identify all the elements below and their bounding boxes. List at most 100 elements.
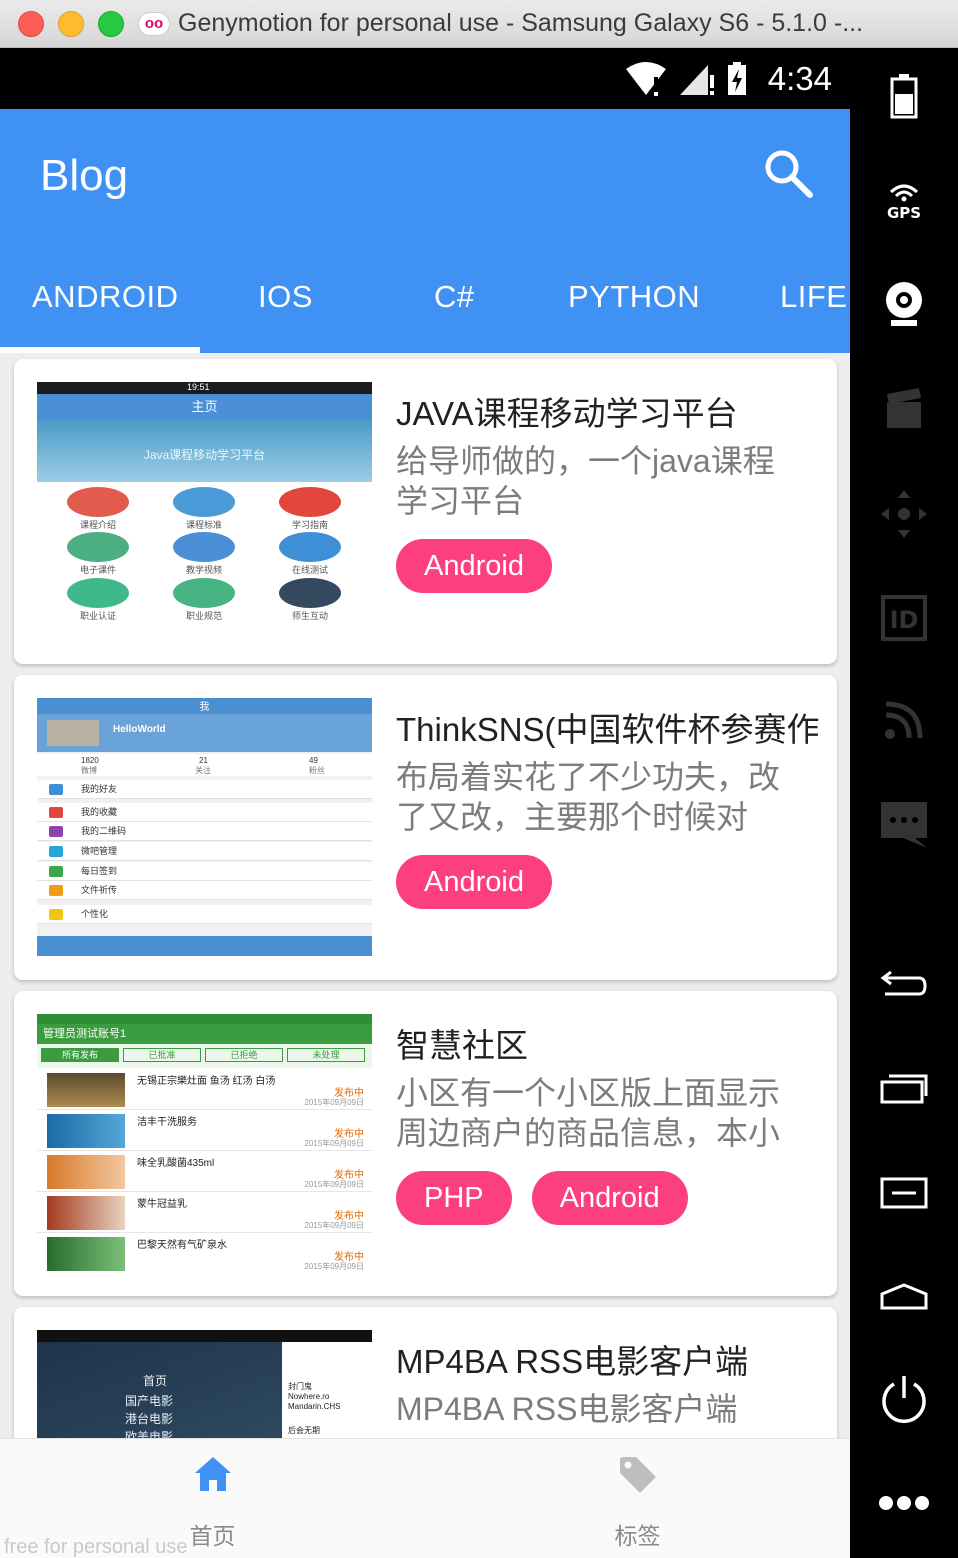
thumb-username: HelloWorld (113, 724, 166, 735)
thumb-tab: 已批准 (123, 1048, 201, 1062)
video-capture-button[interactable] (850, 386, 958, 430)
more-button[interactable] (850, 1494, 958, 1512)
battery-button[interactable] (850, 72, 958, 120)
battery-icon (890, 74, 918, 119)
tag-icon (619, 1457, 656, 1493)
thumb-list-row: 无锡正宗樂灶面 鱼汤 红汤 白汤 发布中 2015年09月09日 (37, 1070, 372, 1110)
recent-apps-button[interactable] (850, 1070, 958, 1106)
thumb-label: 在线测试 (291, 565, 328, 575)
emulator-sidebar: GPS ID (850, 48, 958, 1558)
network-icon (885, 701, 923, 739)
tab-android[interactable]: ANDROID (32, 279, 178, 315)
genymotion-logo-icon: oo (138, 11, 170, 36)
dpad-button[interactable] (850, 488, 958, 540)
battery-charging-icon (727, 62, 746, 95)
thumb-list-row: 巴黎天然有气矿泉水 发布中 2015年09月09日 (37, 1234, 372, 1272)
webcam-icon (886, 282, 922, 326)
status-bar: 4:34 (0, 48, 850, 109)
thumb-label: 电子课件 (79, 565, 116, 575)
thumb-panel: 封门鬼 Nowhere.ro Mandarin.CHS 后会无期 (282, 1342, 372, 1438)
avatar (47, 720, 99, 746)
thumb-stats: 1820 21 49 微博 关注 粉丝 (37, 754, 372, 776)
nav-tags-label: 标签 (614, 1523, 661, 1549)
thumb-status-bar: 19:51 (37, 382, 372, 394)
thumb-list-row: 我的好友 (37, 780, 372, 799)
post-tags: Android (396, 539, 552, 593)
minimize-window-button[interactable] (58, 10, 84, 37)
thumb-profile-header: HelloWorld (37, 714, 372, 752)
app-title: Blog (40, 151, 129, 200)
thumb-label: 课程介绍 (79, 520, 116, 530)
menu-icon (880, 1177, 928, 1209)
stat-value: 1820 (81, 756, 99, 765)
tab-python[interactable]: PYTHON (568, 279, 700, 315)
post-card[interactable]: 我 HelloWorld 1820 21 49 微博 关注 粉丝 我的好友 我的… (14, 675, 837, 980)
gps-icon: GPS (887, 184, 921, 222)
post-card[interactable]: 首页 国产电影 港台电影 欧美电影 封门鬼 Nowhere.ro Mandari… (14, 1307, 837, 1438)
nav-home-label: 首页 (189, 1523, 236, 1549)
device-id-icon: ID (881, 595, 927, 641)
back-icon (880, 970, 927, 996)
back-button[interactable] (850, 966, 958, 1002)
menu-button[interactable] (850, 1176, 958, 1210)
post-tags: Android (396, 855, 552, 909)
tag-chip[interactable]: Android (531, 1171, 688, 1225)
study-guide-icon (279, 487, 341, 517)
post-description: 布局着实花了不少功夫，改了又改，主要那个时候对 (396, 759, 781, 835)
thumb-time: 19:51 (187, 382, 210, 392)
post-thumbnail: 管理员测试账号1 所有发布 已批准 已拒绝 未处理 无锡正宗樂灶面 鱼汤 红汤 … (37, 1014, 372, 1272)
tab-ios[interactable]: IOS (258, 279, 313, 315)
online-test-icon (279, 532, 341, 562)
tag-chip[interactable]: PHP (396, 1171, 512, 1225)
video-capture-icon (887, 388, 921, 428)
course-standard-icon (173, 487, 235, 517)
thumb-label: 职业规范 (185, 611, 222, 621)
course-intro-icon (67, 487, 129, 517)
tab-csharp[interactable]: C# (434, 279, 475, 315)
tag-chip[interactable]: Android (396, 855, 552, 909)
window-titlebar: oo Genymotion for personal use - Samsung… (0, 0, 958, 48)
thumb-label: 课程标准 (185, 520, 222, 530)
tab-life[interactable]: LIFE (780, 279, 847, 315)
app-bar: Blog ANDROID IOS C# PYTHON LIFE (0, 109, 850, 353)
post-title: 智慧社区 (396, 1027, 528, 1064)
power-button[interactable] (850, 1374, 958, 1426)
norms-icon (173, 578, 235, 608)
svg-text:GPS: GPS (887, 204, 921, 222)
thumb-title-bar: 主页 (37, 394, 372, 420)
sms-icon (881, 802, 927, 848)
search-button[interactable] (760, 145, 820, 205)
thumb-label: 师生互动 (291, 611, 328, 621)
status-time: 4:34 (767, 60, 832, 97)
tag-chip[interactable]: Android (396, 539, 552, 593)
post-list[interactable]: 19:51 主页 Java课程移动学习平台 课程介绍 课程标准 学习指南 电子课… (0, 353, 850, 1438)
close-window-button[interactable] (18, 10, 44, 37)
network-button[interactable] (850, 698, 958, 742)
thumb-tab: 所有发布 (41, 1048, 119, 1062)
category-tabs: ANDROID IOS C# PYTHON LIFE (0, 269, 850, 353)
thumb-title-bar: 管理员测试账号1 (37, 1024, 372, 1044)
thumb-tabs: 所有发布 已批准 已拒绝 未处理 (37, 1044, 372, 1068)
thumb-menu: 首页 国产电影 港台电影 欧美电影 (37, 1342, 282, 1438)
nav-tags[interactable]: 标签 (425, 1439, 850, 1558)
window-title: Genymotion for personal use - Samsung Ga… (178, 9, 864, 37)
zoom-window-button[interactable] (98, 10, 124, 37)
stat-value: 21 (199, 756, 208, 765)
thumb-list-row: 我的收藏 (37, 803, 372, 822)
gps-button[interactable]: GPS (850, 178, 958, 222)
power-icon (882, 1376, 926, 1423)
post-thumbnail: 19:51 主页 Java课程移动学习平台 课程介绍 课程标准 学习指南 电子课… (37, 382, 372, 640)
webcam-button[interactable] (850, 280, 958, 330)
post-thumbnail: 首页 国产电影 港台电影 欧美电影 封门鬼 Nowhere.ro Mandari… (37, 1330, 372, 1438)
thumb-label: 教学视频 (185, 565, 222, 575)
device-id-button[interactable]: ID (850, 594, 958, 642)
sms-button[interactable] (850, 800, 958, 850)
post-card[interactable]: 19:51 主页 Java课程移动学习平台 课程介绍 课程标准 学习指南 电子课… (14, 359, 837, 664)
thumb-tab-bar (37, 936, 372, 956)
signal-icon (679, 65, 714, 95)
home-button[interactable] (850, 1282, 958, 1312)
thumb-title-bar: 我 (37, 698, 372, 714)
stat-label: 粉丝 (309, 766, 325, 775)
post-card[interactable]: 管理员测试账号1 所有发布 已批准 已拒绝 未处理 无锡正宗樂灶面 鱼汤 红汤 … (14, 991, 837, 1296)
post-title: ThinkSNS(中国软件杯参赛作 (396, 711, 820, 748)
